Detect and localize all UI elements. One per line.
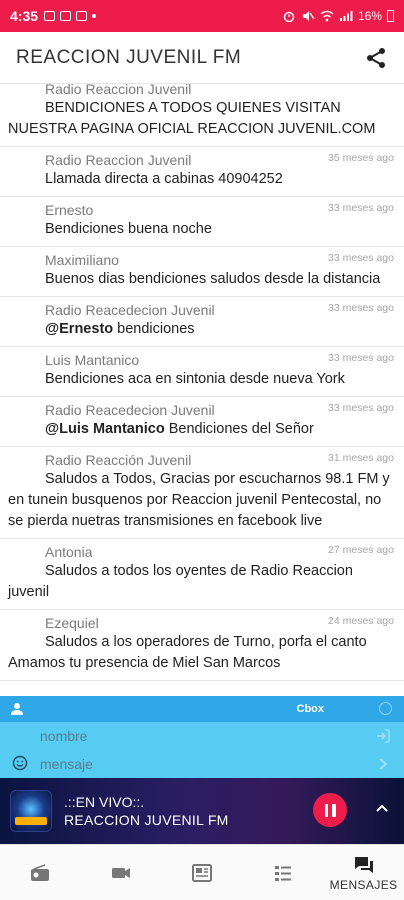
message-time: 33 meses ago — [328, 252, 394, 264]
tab-mensajes-label: MENSAJES — [329, 877, 398, 892]
more-dot-icon — [92, 14, 97, 18]
message-time: 35 meses ago — [328, 152, 394, 164]
message-mention: @Luis Mantanico — [45, 421, 165, 437]
message-item: Ezequiel 24 meses ago Saludos a los oper… — [0, 610, 404, 681]
tab-radio[interactable] — [0, 845, 81, 900]
live-label: .::EN VIVO::. — [64, 794, 145, 810]
message-author: Radio Reaccion Juvenil — [45, 84, 192, 97]
station-logo — [10, 790, 52, 832]
bottom-nav: MENSAJES — [0, 844, 404, 900]
pause-bar-icon — [324, 803, 328, 817]
message-body: Saludos a los operadores de Turno, porfa… — [8, 634, 367, 671]
tab-video[interactable] — [81, 845, 162, 900]
message-time: 33 meses ago — [328, 302, 394, 314]
message-item: Radio Reacedecion Juvenil 33 meses ago @… — [0, 297, 404, 347]
signal-icon — [339, 11, 353, 21]
status-bar: 4:35 16% — [0, 0, 404, 32]
message-time: 33 meses ago — [328, 402, 394, 414]
message-text: Saludos a los operadores de Turno, porfa… — [8, 632, 396, 674]
message-item: Antonia 27 meses ago Saludos a todos los… — [0, 539, 404, 610]
message-mention: @Ernesto — [45, 321, 114, 337]
radio-icon — [31, 863, 50, 881]
cbox-form — [0, 722, 404, 778]
list-icon — [274, 865, 291, 881]
message-item: Luis Mantanico 33 meses ago Bendiciones … — [0, 347, 404, 397]
message-time: 33 meses ago — [328, 202, 394, 214]
message-item: Maximiliano 33 meses ago Buenos dias ben… — [0, 247, 404, 297]
message-time: 24 meses ago — [328, 615, 394, 627]
user-icon — [11, 703, 23, 715]
message-body: Bendiciones del Señor — [164, 421, 314, 437]
notification-icon — [44, 11, 56, 21]
message-text: @Ernesto bendiciones — [8, 319, 396, 340]
system-icons: 16% — [282, 9, 394, 23]
page-title: REACCION JUVENIL FM — [16, 46, 242, 68]
alarm-icon — [283, 11, 295, 22]
pause-bar-icon — [332, 803, 336, 817]
message-time: 33 meses ago — [328, 352, 394, 364]
message-item: Radio Reacción Juvenil 31 meses ago Salu… — [0, 447, 404, 539]
chat-icon — [354, 856, 373, 873]
emoji-icon[interactable] — [12, 755, 28, 771]
tab-mensajes[interactable]: MENSAJES — [323, 845, 404, 900]
message-body: Bendiciones buena noche — [45, 221, 212, 237]
tab-news[interactable] — [162, 845, 243, 900]
message-text: @Luis Mantanico Bendiciones del Señor — [8, 419, 396, 440]
message-feed[interactable]: Radio Reaccion Juvenil BENDICIONES A TOD… — [0, 84, 404, 696]
message-body: bendiciones — [113, 321, 195, 337]
chevron-up-icon[interactable] — [374, 800, 390, 816]
cbox-status-icon[interactable] — [379, 702, 392, 715]
message-input[interactable] — [40, 756, 340, 772]
message-body: Saludos a todos los oyentes de Radio Rea… — [8, 563, 353, 600]
message-text: Saludos a Todos, Gracias por escucharnos… — [8, 469, 396, 532]
player-meta: .::EN VIVO::. REACCION JUVENIL FM — [64, 793, 229, 829]
notification-icons — [44, 11, 97, 21]
cbox-label: Cbox — [296, 703, 325, 715]
message-body: Llamada directa a cabinas 40904252 — [45, 171, 283, 187]
battery-icon — [387, 10, 394, 22]
news-icon — [191, 863, 212, 882]
message-item: Radio Reacedecion Juvenil 33 meses ago @… — [0, 397, 404, 447]
tab-list[interactable] — [242, 845, 323, 900]
message-item: Radio Reaccion Juvenil BENDICIONES A TOD… — [0, 84, 404, 147]
battery-percent: 16% — [357, 9, 382, 23]
player-bar[interactable]: .::EN VIVO::. REACCION JUVENIL FM — [0, 778, 404, 844]
message-time: 27 meses ago — [328, 544, 394, 556]
message-item: Ernesto 33 meses ago Bendiciones buena n… — [0, 197, 404, 247]
video-camera-icon — [112, 867, 131, 878]
message-text: Bendiciones buena noche — [8, 219, 396, 240]
message-body: Buenos dias bendiciones saludos desde la… — [45, 271, 381, 287]
station-name: REACCION JUVENIL FM — [64, 812, 229, 828]
message-text: Llamada directa a cabinas 40904252 — [8, 169, 396, 190]
mute-icon — [302, 11, 315, 21]
message-time: 31 meses ago — [328, 452, 394, 464]
logo-band — [15, 817, 47, 825]
send-icon[interactable] — [376, 757, 390, 771]
message-item: Radio Reaccion Juvenil 35 meses ago Llam… — [0, 147, 404, 197]
pause-button[interactable] — [313, 793, 347, 827]
message-text: Saludos a todos los oyentes de Radio Rea… — [8, 561, 396, 603]
share-icon[interactable] — [364, 46, 388, 70]
message-text: BENDICIONES A TODOS QUIENES VISITAN NUES… — [8, 98, 396, 140]
wifi-icon — [320, 10, 334, 22]
cbox-header: Cbox — [0, 696, 404, 722]
message-row — [0, 750, 404, 778]
message-text: Bendiciones aca en sintonia desde nueva … — [8, 369, 396, 390]
message-body: Bendiciones aca en sintonia desde nueva … — [45, 371, 345, 387]
app-bar: REACCION JUVENIL FM — [0, 32, 404, 84]
name-row — [0, 722, 404, 750]
status-time: 4:35 — [10, 8, 39, 24]
message-body: BENDICIONES A TODOS QUIENES VISITAN NUES… — [8, 100, 376, 137]
name-input[interactable] — [40, 728, 340, 744]
message-text: Buenos dias bendiciones saludos desde la… — [8, 269, 396, 290]
message-body: Saludos a Todos, Gracias por escucharnos… — [8, 471, 390, 529]
gallery-icon — [76, 11, 88, 21]
login-icon[interactable] — [376, 729, 390, 743]
image-icon — [60, 11, 72, 21]
